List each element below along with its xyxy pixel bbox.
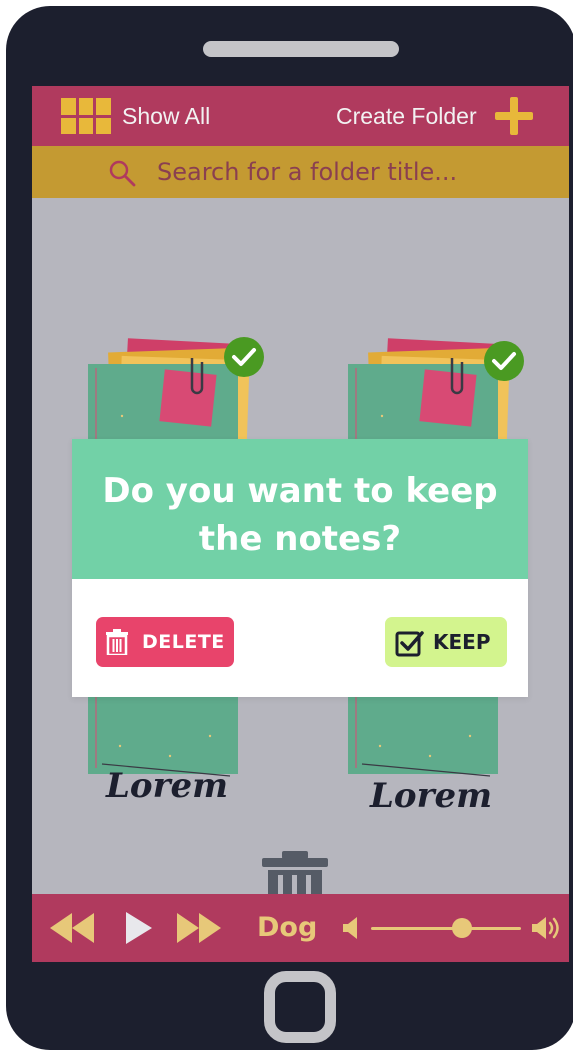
check-circle-icon [484, 341, 524, 381]
plus-icon[interactable] [495, 97, 533, 135]
search-icon [109, 160, 136, 187]
media-player-bar: Dog [32, 894, 569, 962]
create-folder-button[interactable]: Create Folder [336, 103, 477, 130]
home-button[interactable] [264, 971, 336, 1043]
dialog-title: Do you want to keep the notes? [102, 471, 498, 559]
keep-button[interactable]: KEEP [385, 617, 507, 667]
volume-slider-handle[interactable] [452, 918, 472, 938]
rewind-icon [50, 913, 94, 943]
play-button[interactable] [124, 894, 154, 962]
phone-frame: Show All Create Folder Search for a fold… [6, 6, 573, 1050]
search-input[interactable] [157, 156, 537, 188]
fast-forward-icon [177, 913, 221, 943]
grid-icon[interactable] [61, 98, 111, 134]
keep-label: KEEP [433, 630, 491, 654]
volume-high-icon [532, 917, 559, 939]
fast-forward-button[interactable] [175, 894, 225, 962]
delete-button[interactable]: DELETE [96, 617, 234, 667]
dialog-header: Do you want to keep the notes? [72, 439, 528, 579]
check-circle-icon [224, 337, 264, 377]
volume-low-icon [343, 917, 357, 939]
play-icon [126, 912, 152, 944]
volume-slider[interactable] [371, 927, 521, 930]
search-bar [32, 146, 569, 198]
top-bar: Show All Create Folder [32, 86, 569, 146]
track-title: Dog [257, 912, 318, 943]
phone-speaker [203, 41, 399, 57]
trash-icon [106, 629, 128, 655]
app-screen: Show All Create Folder Search for a fold… [32, 86, 569, 962]
rewind-button[interactable] [48, 894, 98, 962]
keep-notes-dialog: Do you want to keep the notes? DELETE KE… [72, 439, 528, 697]
check-square-icon [395, 631, 424, 657]
delete-label: DELETE [142, 631, 225, 653]
show-all-button[interactable]: Show All [122, 103, 210, 130]
notebook-cover-title: Lorem [106, 766, 229, 806]
notebook-cover-title: Lorem [370, 776, 493, 816]
